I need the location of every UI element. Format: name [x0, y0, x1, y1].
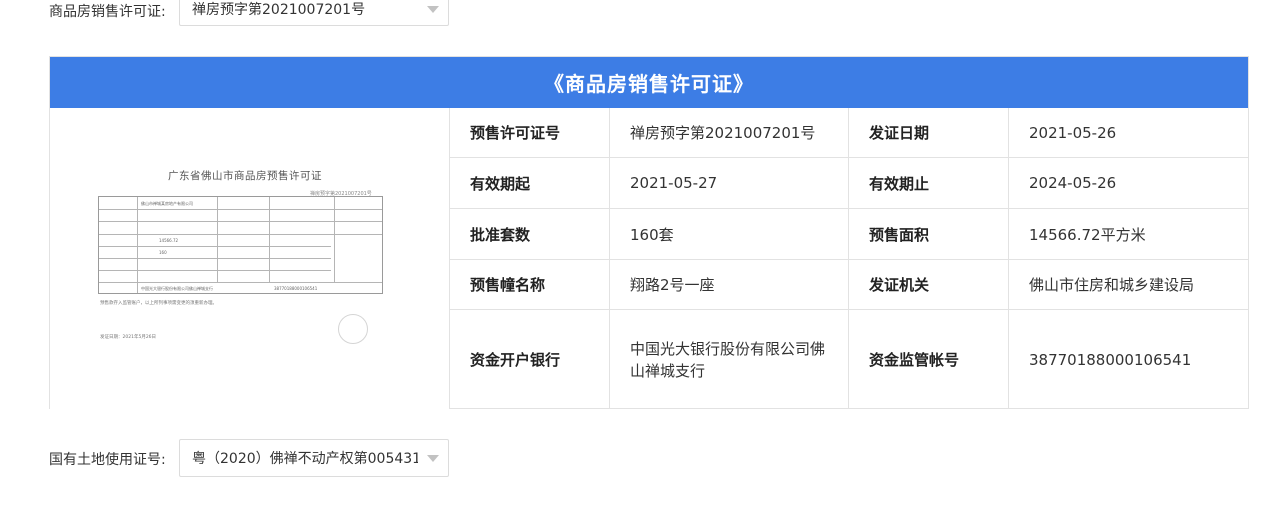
value-approved-units: 160套 — [610, 209, 849, 260]
label-valid-from: 有效期起 — [450, 158, 610, 209]
label-issuing-authority: 发证机关 — [849, 260, 1009, 310]
doc-company: 佛山市禅城某房地产有限公司 — [141, 201, 193, 206]
label-valid-to: 有效期止 — [849, 158, 1009, 209]
label-building-name: 预售幢名称 — [450, 260, 610, 310]
land-cert-select-value: 粤（2020）佛禅不动产权第0054313 — [192, 451, 418, 467]
label-presale-area: 预售面积 — [849, 209, 1009, 260]
doc-area: 14566.72 — [159, 238, 179, 243]
doc-grid: 佛山市禅城某房地产有限公司 14566.72 160 中国光大银行股份有限公司佛… — [98, 196, 383, 294]
label-supervision-account: 资金监管帐号 — [849, 310, 1009, 409]
land-cert-select[interactable]: 粤（2020）佛禅不动产权第0054313 — [179, 439, 449, 477]
doc-units: 160 — [159, 250, 167, 255]
doc-note-2: 发证日期：2021年5月26日 — [100, 335, 157, 340]
value-fund-bank: 中国光大银行股份有限公司佛山禅城支行 — [610, 310, 849, 409]
doc-title: 广东省佛山市商品房预售许可证 — [168, 170, 322, 182]
license-select-value: 禅房预字第2021007201号 — [192, 2, 366, 18]
value-issuing-authority: 佛山市住房和城乡建设局 — [1009, 260, 1248, 310]
license-image-cell: 广东省佛山市商品房预售许可证 禅房预字第2021007201号 佛山市禅城某房地… — [50, 108, 450, 409]
chevron-down-icon[interactable] — [418, 0, 448, 25]
panel-title: 《商品房销售许可证》 — [50, 57, 1248, 108]
seal-stamp-icon — [338, 314, 368, 344]
doc-note-1: 预售款存入监管账户，以上所列事项需变更的须重新办理。 — [100, 301, 217, 306]
doc-account: 38770188000106541 — [274, 286, 318, 291]
value-building-name: 翔路2号一座 — [610, 260, 849, 310]
value-supervision-account: 38770188000106541 — [1029, 350, 1192, 369]
doc-bank: 中国光大银行股份有限公司佛山禅城支行 — [141, 286, 213, 291]
license-document-image[interactable]: 广东省佛山市商品房预售许可证 禅房预字第2021007201号 佛山市禅城某房地… — [98, 166, 388, 351]
panel-body: 广东省佛山市商品房预售许可证 禅房预字第2021007201号 佛山市禅城某房地… — [50, 108, 1248, 409]
label-presale-license-no: 预售许可证号 — [450, 108, 610, 158]
label-issue-date: 发证日期 — [849, 108, 1009, 158]
value-presale-license-no: 禅房预字第2021007201号 — [610, 108, 849, 158]
label-approved-units: 批准套数 — [450, 209, 610, 260]
license-info-table: 预售许可证号 禅房预字第2021007201号 发证日期 2021-05-26 … — [450, 108, 1248, 409]
license-filter-label: 商品房销售许可证: — [49, 4, 166, 20]
label-fund-bank: 资金开户银行 — [450, 310, 610, 409]
license-panel: 《商品房销售许可证》 广东省佛山市商品房预售许可证 禅房预字第202100720… — [49, 56, 1249, 409]
chevron-down-icon[interactable] — [418, 440, 448, 476]
value-valid-from: 2021-05-27 — [610, 158, 849, 209]
value-presale-area: 14566.72平方米 — [1009, 209, 1248, 260]
value-valid-to: 2024-05-26 — [1009, 158, 1248, 209]
license-select[interactable]: 禅房预字第2021007201号 — [179, 0, 449, 26]
land-cert-filter-label: 国有土地使用证号: — [49, 452, 166, 468]
value-issue-date: 2021-05-26 — [1009, 108, 1248, 158]
